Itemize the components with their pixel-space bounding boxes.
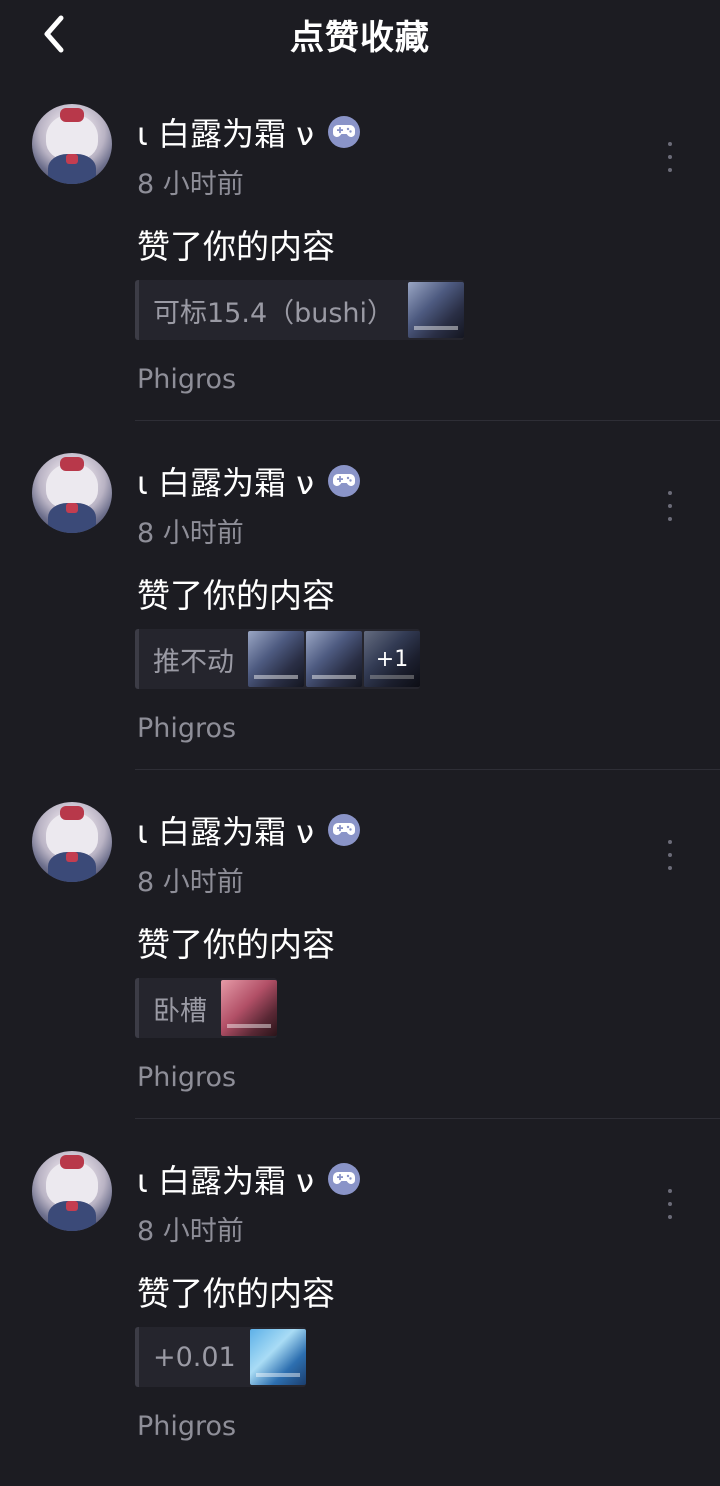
quoted-post-text: 推不动	[153, 646, 234, 678]
thumbnail-strip: +1	[248, 631, 420, 687]
post-thumbnail	[248, 631, 304, 687]
notification-item[interactable]: ι 白露为霜 ν 8 小时前 赞了你的内容 推不动 +1 Phigros	[0, 439, 720, 788]
timestamp: 8 小时前	[137, 518, 244, 549]
thumbnail-strip	[249, 1329, 306, 1385]
notification-item[interactable]: ι 白露为霜 ν 8 小时前 赞了你的内容 +0.01 Phigros	[0, 1137, 720, 1486]
quoted-post[interactable]: 可标15.4（bushi）	[135, 280, 465, 340]
more-options-icon[interactable]	[660, 840, 680, 870]
gamepad-icon	[328, 116, 361, 148]
user-row: ι 白露为霜 ν	[137, 807, 361, 853]
avatar[interactable]	[32, 1151, 112, 1231]
timestamp: 8 小时前	[137, 867, 244, 898]
username[interactable]: ι 白露为霜 ν	[137, 109, 314, 155]
divider	[135, 769, 720, 770]
more-options-icon[interactable]	[660, 491, 680, 521]
post-thumbnail	[249, 1329, 306, 1385]
source-label[interactable]: Phigros	[137, 713, 236, 744]
notification-item[interactable]: ι 白露为霜 ν 8 小时前 赞了你的内容 可标15.4（bushi） Phig…	[0, 90, 720, 439]
action-text: 赞了你的内容	[137, 576, 335, 615]
avatar[interactable]	[32, 104, 112, 184]
page-title: 点赞收藏	[290, 18, 430, 58]
action-text: 赞了你的内容	[137, 1274, 335, 1313]
post-thumbnail	[221, 980, 277, 1036]
post-thumbnail: +1	[364, 631, 420, 687]
extra-images-count: +1	[364, 631, 420, 687]
username[interactable]: ι 白露为霜 ν	[137, 1156, 314, 1202]
avatar[interactable]	[32, 802, 112, 882]
post-thumbnail	[306, 631, 362, 687]
timestamp: 8 小时前	[137, 1216, 244, 1247]
quoted-post-text: 卧槽	[153, 995, 207, 1027]
quoted-post-text: +0.01	[153, 1341, 236, 1373]
user-row: ι 白露为霜 ν	[137, 109, 361, 155]
thumbnail-strip	[408, 282, 465, 338]
source-label[interactable]: Phigros	[137, 1062, 236, 1093]
quoted-post[interactable]: +0.01	[135, 1327, 306, 1387]
thumbnail-strip	[221, 980, 277, 1036]
quoted-post-text: 可标15.4（bushi）	[153, 297, 395, 329]
source-label[interactable]: Phigros	[137, 364, 236, 395]
username[interactable]: ι 白露为霜 ν	[137, 458, 314, 504]
quoted-post[interactable]: 卧槽	[135, 978, 277, 1038]
action-text: 赞了你的内容	[137, 227, 335, 266]
gamepad-icon	[328, 465, 361, 497]
gamepad-icon	[328, 1163, 361, 1195]
action-text: 赞了你的内容	[137, 925, 335, 964]
source-label[interactable]: Phigros	[137, 1411, 236, 1442]
timestamp: 8 小时前	[137, 169, 244, 200]
more-options-icon[interactable]	[660, 142, 680, 172]
username[interactable]: ι 白露为霜 ν	[137, 807, 314, 853]
notification-list: ι 白露为霜 ν 8 小时前 赞了你的内容 可标15.4（bushi） Phig…	[0, 90, 720, 1486]
user-row: ι 白露为霜 ν	[137, 1156, 361, 1202]
user-row: ι 白露为霜 ν	[137, 458, 361, 504]
post-thumbnail	[408, 282, 465, 338]
gamepad-icon	[328, 814, 361, 846]
quoted-post[interactable]: 推不动 +1	[135, 629, 420, 689]
notification-item[interactable]: ι 白露为霜 ν 8 小时前 赞了你的内容 卧槽 Phigros	[0, 788, 720, 1137]
avatar[interactable]	[32, 453, 112, 533]
top-bar: 点赞收藏	[0, 0, 720, 70]
more-options-icon[interactable]	[660, 1189, 680, 1219]
divider	[135, 1118, 720, 1119]
divider	[135, 420, 720, 421]
